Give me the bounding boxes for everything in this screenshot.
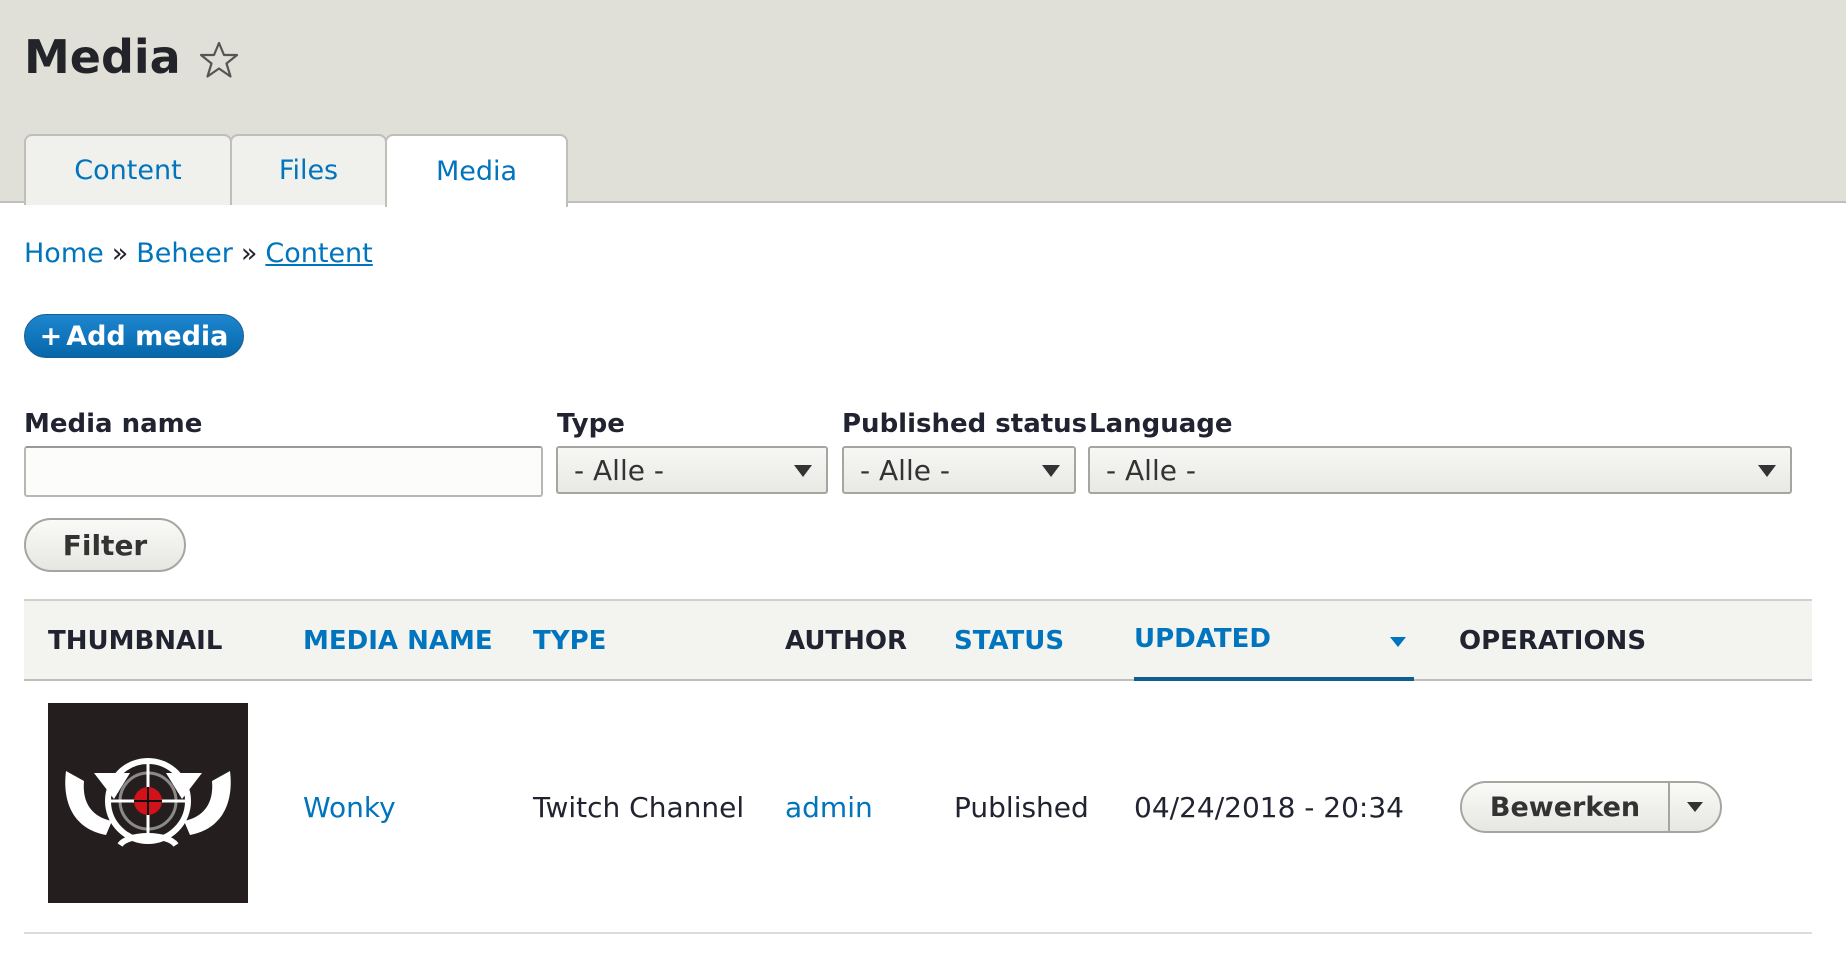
table-row: Wonky Twitch Channel admin Published 04/… — [24, 681, 1812, 934]
edit-button[interactable]: Bewerken — [1462, 783, 1670, 831]
add-media-label: Add media — [66, 320, 229, 352]
chevron-down-icon — [1687, 802, 1703, 812]
media-name-label: Media name — [24, 409, 203, 439]
type-label: Type — [557, 409, 625, 439]
published-status-select[interactable]: - Alle - — [842, 446, 1076, 494]
author-cell[interactable]: admin — [785, 681, 873, 934]
column-thumbnail: Thumbnail — [48, 626, 223, 656]
updated-cell: 04/24/2018 - 20:34 — [1134, 791, 1404, 824]
chevron-down-icon — [794, 465, 812, 477]
published-status-select-value: - Alle - — [860, 453, 950, 487]
language-label: Language — [1089, 409, 1233, 439]
type-cell: Twitch Channel — [533, 791, 745, 824]
breadcrumb: Home» Beheer» Content — [24, 238, 373, 269]
tab-files[interactable]: Files — [230, 134, 387, 205]
tab-content[interactable]: Content — [24, 134, 232, 205]
breadcrumb-separator: » — [111, 238, 129, 269]
add-media-button[interactable]: + Add media — [24, 314, 244, 358]
page-header: Media Content Files Media — [0, 0, 1846, 207]
filter-button[interactable]: Filter — [24, 518, 186, 572]
breadcrumb-home[interactable]: Home — [24, 238, 104, 269]
column-type[interactable]: Type — [533, 601, 606, 681]
chevron-down-icon — [1042, 465, 1060, 477]
plus-icon: + — [39, 320, 63, 352]
column-updated-label: Updated — [1134, 624, 1271, 654]
sort-descending-icon — [1390, 637, 1406, 647]
chevron-down-icon — [1758, 465, 1776, 477]
operations-dropbutton: Bewerken — [1460, 781, 1722, 833]
breadcrumb-beheer[interactable]: Beheer — [136, 238, 233, 269]
crosshair-logo-icon — [65, 758, 231, 848]
media-name-cell[interactable]: Wonky — [303, 681, 396, 934]
page-title: Media — [24, 30, 239, 84]
breadcrumb-separator: » — [240, 238, 258, 269]
language-select-value: - Alle - — [1106, 453, 1196, 487]
published-status-label: Published status — [842, 409, 1088, 439]
media-thumbnail[interactable] — [48, 703, 248, 903]
table-header: Thumbnail Media name Type Author Status … — [24, 599, 1812, 681]
column-updated[interactable]: Updated — [1134, 601, 1414, 681]
type-select[interactable]: - Alle - — [556, 446, 828, 494]
primary-tabs: Content Files Media — [24, 132, 568, 207]
status-cell: Published — [954, 791, 1089, 824]
page-title-text: Media — [24, 30, 181, 84]
column-media-name[interactable]: Media name — [303, 601, 493, 681]
column-status[interactable]: Status — [954, 601, 1064, 681]
type-select-value: - Alle - — [574, 453, 664, 487]
tab-media[interactable]: Media — [385, 134, 568, 207]
media-name-input[interactable] — [24, 446, 543, 497]
breadcrumb-content[interactable]: Content — [265, 238, 372, 269]
language-select[interactable]: - Alle - — [1088, 446, 1792, 494]
column-operations: Operations — [1459, 626, 1647, 656]
operations-toggle[interactable] — [1670, 783, 1720, 831]
column-author: Author — [785, 626, 908, 656]
star-icon[interactable] — [199, 37, 239, 78]
